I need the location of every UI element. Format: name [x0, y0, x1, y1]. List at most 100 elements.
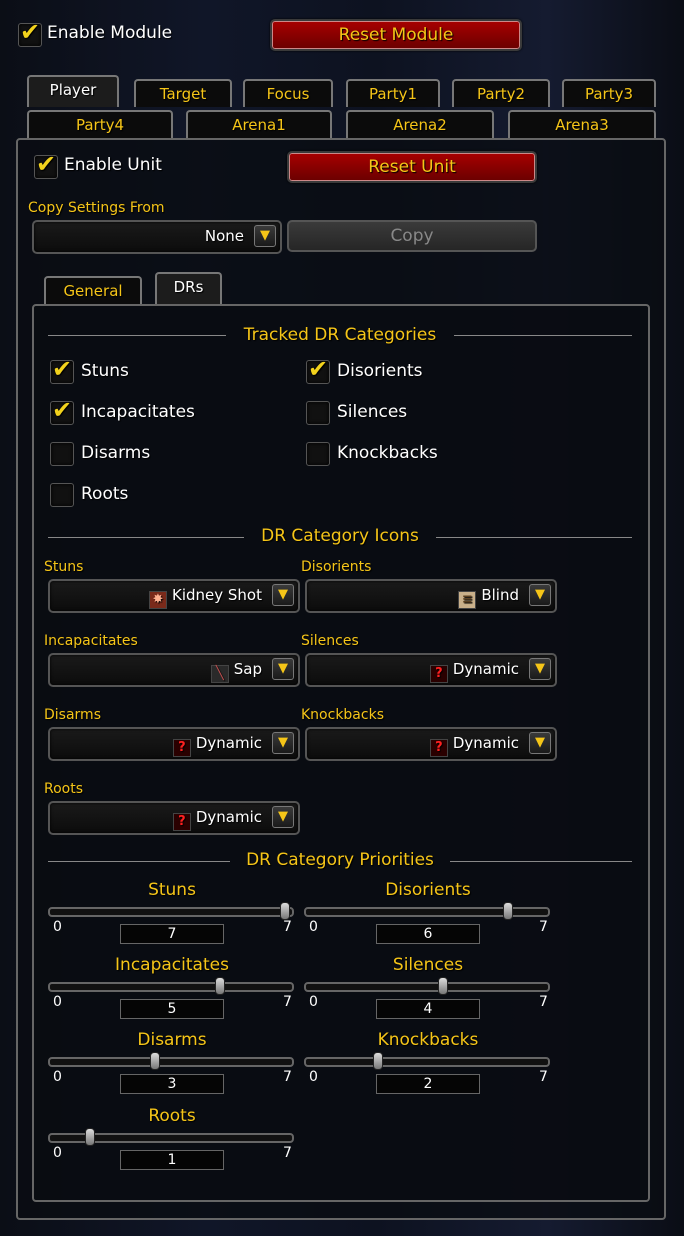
- incapacitates-checkbox[interactable]: ✔: [50, 396, 74, 425]
- stuns-checkbox[interactable]: ✔: [50, 355, 74, 384]
- tab-arena3[interactable]: Arena3: [508, 110, 656, 138]
- tab-general[interactable]: General: [44, 276, 142, 304]
- reset-module-button[interactable]: Reset Module: [270, 19, 522, 51]
- question-mark-icon: ?: [429, 665, 448, 683]
- tab-drs[interactable]: DRs: [155, 272, 222, 304]
- chevron-down-icon[interactable]: ▼: [254, 225, 276, 247]
- tab-party3[interactable]: Party3: [562, 79, 656, 107]
- silences-icon-dropdown[interactable]: ? Dynamic ▼: [305, 653, 557, 687]
- roots-priority-thumb[interactable]: [84, 1128, 95, 1146]
- stuns-priority-track[interactable]: [48, 907, 294, 917]
- stuns-priority-thumb[interactable]: [280, 902, 290, 920]
- chevron-down-icon[interactable]: ▼: [529, 584, 551, 606]
- knockbacks-priority-max: 7: [539, 1069, 548, 1085]
- chevron-down-icon[interactable]: ▼: [272, 732, 294, 754]
- chevron-down-icon[interactable]: ▼: [529, 658, 551, 680]
- incapacitates-icon-dropdown[interactable]: ╲ Sap ▼: [48, 653, 300, 687]
- chevron-down-icon[interactable]: ▼: [529, 732, 551, 754]
- chevron-down-icon[interactable]: ▼: [272, 806, 294, 828]
- silences-priority-max: 7: [539, 994, 548, 1010]
- divider: [48, 335, 226, 336]
- roots-checkbox[interactable]: ✔: [50, 483, 74, 507]
- check-icon: ✔: [52, 396, 73, 424]
- enable-unit-label: Enable Unit: [64, 155, 162, 175]
- icon-label-incapacitates: Incapacitates: [44, 633, 138, 649]
- tab-focus[interactable]: Focus: [243, 79, 333, 107]
- stuns-icon-value: Kidney Shot: [172, 586, 262, 604]
- stuns-priority-max: 7: [283, 919, 292, 935]
- silences-priority-value[interactable]: 4: [376, 999, 480, 1019]
- sap-icon: ╲: [210, 665, 229, 683]
- disorients-checkbox[interactable]: ✔: [306, 355, 330, 384]
- roots-priority-max: 7: [283, 1145, 292, 1161]
- divider: [48, 537, 244, 538]
- knockbacks-priority-min: 0: [309, 1069, 318, 1085]
- incapacitates-label: Incapacitates: [81, 402, 195, 422]
- incapacitates-priority-min: 0: [53, 994, 62, 1010]
- disarms-icon-dropdown[interactable]: ? Dynamic ▼: [48, 727, 300, 761]
- copy-from-dropdown[interactable]: None ▼: [32, 220, 282, 254]
- tab-target[interactable]: Target: [134, 79, 232, 107]
- knockbacks-priority-thumb[interactable]: [373, 1052, 384, 1070]
- silences-priority-label: Silences: [392, 955, 464, 975]
- stuns-label: Stuns: [81, 361, 129, 381]
- divider: [450, 861, 632, 862]
- knockbacks-priority-label: Knockbacks: [377, 1030, 479, 1050]
- incapacitates-priority-thumb[interactable]: [214, 977, 225, 995]
- silences-priority-thumb[interactable]: [438, 977, 449, 995]
- silences-label: Silences: [337, 402, 408, 422]
- knockbacks-priority-value[interactable]: 2: [376, 1074, 480, 1094]
- chevron-down-icon[interactable]: ▼: [272, 658, 294, 680]
- tab-party2[interactable]: Party2: [452, 79, 550, 107]
- incapacitates-priority-max: 7: [283, 994, 292, 1010]
- enable-module-label: Enable Module: [47, 23, 173, 43]
- disorients-icon-dropdown[interactable]: ≡ Blind ▼: [305, 579, 557, 613]
- roots-priority-min: 0: [53, 1145, 62, 1161]
- disorients-priority-track[interactable]: [304, 907, 550, 917]
- roots-icon-dropdown[interactable]: ? Dynamic ▼: [48, 801, 300, 835]
- silences-priority-track[interactable]: [304, 982, 550, 992]
- roots-priority-value[interactable]: 1: [120, 1150, 224, 1170]
- chevron-down-icon[interactable]: ▼: [272, 584, 294, 606]
- divider: [48, 861, 230, 862]
- disarms-priority-thumb[interactable]: [149, 1052, 160, 1070]
- check-icon: ✔: [20, 18, 41, 46]
- silences-priority-min: 0: [309, 994, 318, 1010]
- tracked-header: Tracked DR Categories: [243, 325, 437, 345]
- tab-arena2[interactable]: Arena2: [346, 110, 494, 138]
- disorients-priority-thumb[interactable]: [503, 902, 514, 920]
- reset-unit-button[interactable]: Reset Unit: [287, 151, 537, 183]
- disarms-priority-track[interactable]: [48, 1057, 294, 1067]
- disarms-label: Disarms: [81, 443, 151, 463]
- tab-party4[interactable]: Party4: [27, 110, 173, 138]
- icon-label-stuns: Stuns: [44, 559, 84, 575]
- disorients-priority-value[interactable]: 6: [376, 924, 480, 944]
- disorients-priority-max: 7: [539, 919, 548, 935]
- stuns-priority-value[interactable]: 7: [120, 924, 224, 944]
- enable-module-checkbox[interactable]: ✔: [18, 18, 42, 47]
- icon-label-disorients: Disorients: [301, 559, 372, 575]
- knockbacks-icon-dropdown[interactable]: ? Dynamic ▼: [305, 727, 557, 761]
- tab-party1[interactable]: Party1: [346, 79, 440, 107]
- disarms-checkbox[interactable]: ✔: [50, 442, 74, 466]
- incapacitates-priority-label: Incapacitates: [115, 955, 229, 975]
- copy-button[interactable]: Copy: [287, 220, 537, 252]
- check-icon: ✔: [52, 355, 73, 383]
- disorients-priority-min: 0: [309, 919, 318, 935]
- incapacitates-priority-value[interactable]: 5: [120, 999, 224, 1019]
- disarms-priority-max: 7: [283, 1069, 292, 1085]
- knockbacks-checkbox[interactable]: ✔: [306, 442, 330, 466]
- disarms-priority-value[interactable]: 3: [120, 1074, 224, 1094]
- stuns-icon-dropdown[interactable]: ✸ Kidney Shot ▼: [48, 579, 300, 613]
- divider: [436, 537, 632, 538]
- stuns-priority-label: Stuns: [148, 880, 196, 900]
- tab-arena1[interactable]: Arena1: [186, 110, 332, 138]
- enable-unit-checkbox[interactable]: ✔: [34, 150, 58, 179]
- question-mark-icon: ?: [172, 739, 191, 757]
- silences-checkbox[interactable]: ✔: [306, 401, 330, 425]
- tab-player[interactable]: Player: [27, 75, 119, 107]
- divider: [454, 335, 632, 336]
- roots-icon-value: Dynamic: [195, 808, 262, 826]
- knockbacks-priority-track[interactable]: [304, 1057, 550, 1067]
- incapacitates-priority-track[interactable]: [48, 982, 294, 992]
